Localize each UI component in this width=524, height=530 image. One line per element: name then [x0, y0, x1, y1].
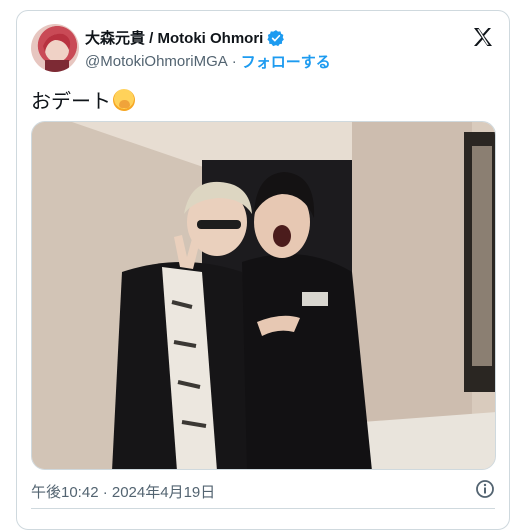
info-icon[interactable] [475, 479, 495, 499]
tweet-card: 大森元貴 / Motoki Ohmori @MotokiOhmoriMGA · … [16, 10, 510, 530]
handle[interactable]: @MotokiOhmoriMGA [85, 53, 228, 70]
face-with-hand-over-mouth-icon [113, 88, 135, 111]
divider [31, 508, 495, 509]
author-name-row[interactable]: 大森元貴 / Motoki Ohmori [85, 27, 285, 48]
tweet-photo[interactable] [31, 121, 496, 470]
tweet-text-content: おデート [31, 91, 111, 113]
x-logo-icon[interactable] [471, 25, 495, 49]
avatar[interactable] [31, 24, 79, 72]
tweet-text: おデート [31, 85, 135, 114]
tweet-timestamp[interactable]: 午後10:42 · 2024年4月19日 [31, 481, 215, 502]
follow-button[interactable]: フォローする [241, 51, 331, 72]
verified-badge-icon [267, 29, 285, 47]
separator: · [231, 53, 237, 70]
handle-row: @MotokiOhmoriMGA · フォローする [85, 51, 331, 72]
display-name[interactable]: 大森元貴 / Motoki Ohmori [85, 27, 263, 48]
